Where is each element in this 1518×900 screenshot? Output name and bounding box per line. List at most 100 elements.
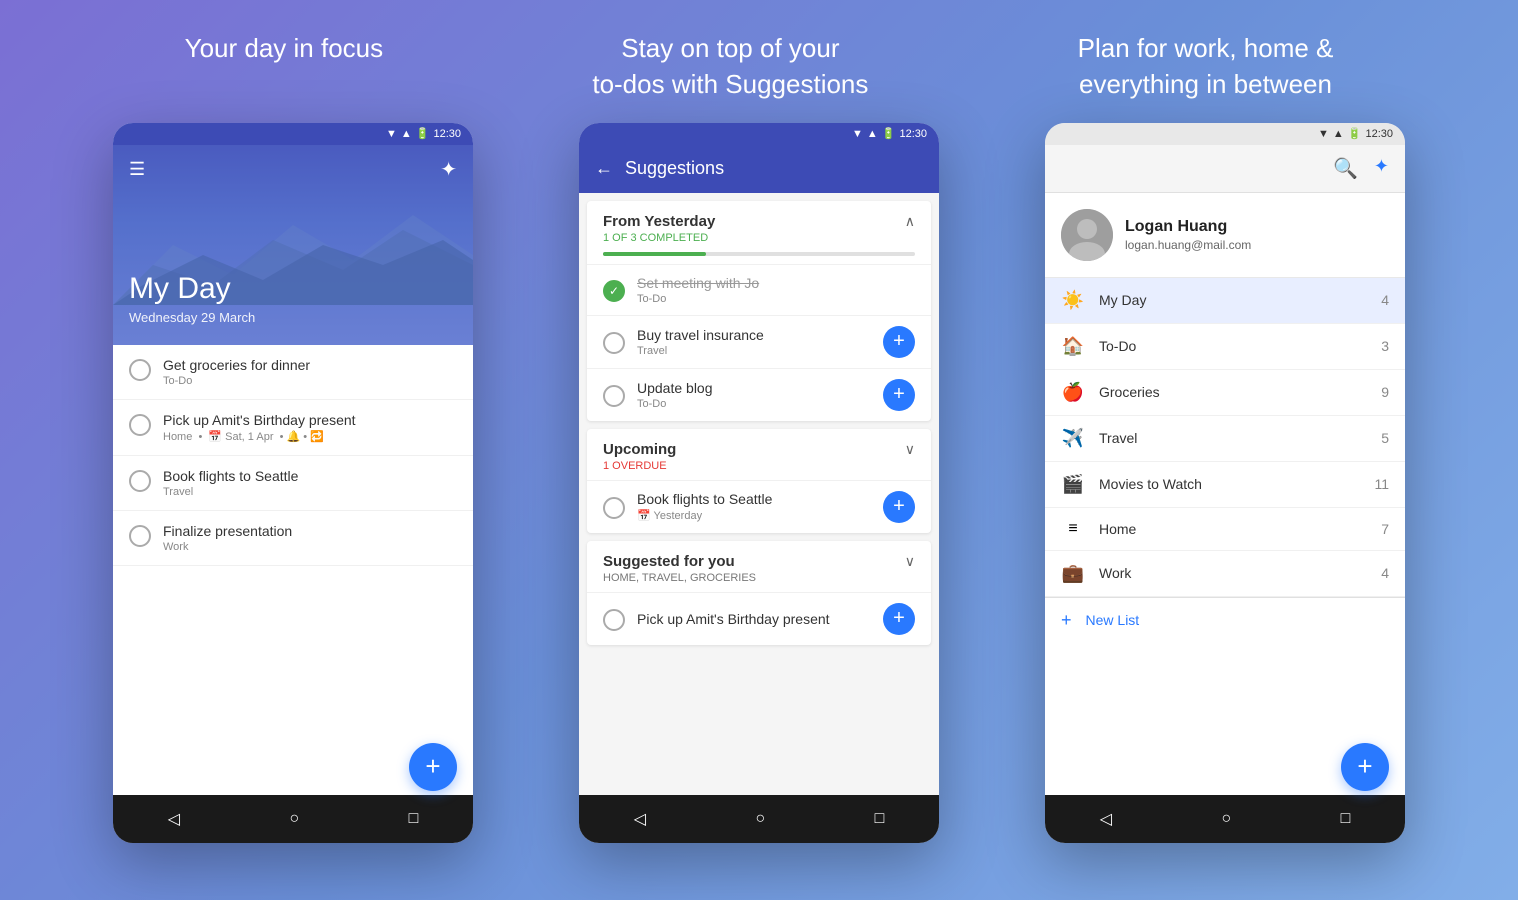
status-signal-icon: ▲ xyxy=(401,128,412,140)
back-arrow-icon[interactable]: ← xyxy=(595,158,613,179)
task-item-groceries[interactable]: Get groceries for dinner To-Do xyxy=(113,345,473,400)
list-item-groceries[interactable]: 🍎 Groceries 9 xyxy=(1045,370,1405,416)
brightness-icon3[interactable]: ✦ xyxy=(1374,156,1389,181)
phone3-topbar: 🔍 ✦ xyxy=(1045,145,1405,193)
flights-circle[interactable] xyxy=(603,497,625,519)
new-list-label: New List xyxy=(1086,612,1140,628)
phone2-status-bar: ▼ ▲ 🔋 12:30 xyxy=(579,123,939,145)
birthday2-add-btn[interactable]: + xyxy=(883,603,915,635)
flights-title: Book flights to Seattle xyxy=(637,491,871,507)
task-circle-flights[interactable] xyxy=(129,470,151,492)
list-item-travel[interactable]: ✈️ Travel 5 xyxy=(1045,416,1405,462)
suggested-header: Suggested for you HOME, TRAVEL, GROCERIE… xyxy=(587,541,931,592)
status-battery-icon3: 🔋 xyxy=(1348,127,1362,140)
list-item-todo[interactable]: 🏠 To-Do 3 xyxy=(1045,324,1405,370)
status-battery-icon: 🔋 xyxy=(416,127,430,140)
phone1-header: ☰ ✦ My Day Wednesday 29 March xyxy=(113,145,473,345)
todo-count: 3 xyxy=(1381,338,1389,354)
from-yesterday-subtitle: 1 OF 3 COMPLETED xyxy=(603,232,715,244)
home-count: 7 xyxy=(1381,521,1389,537)
status-wifi-icon: ▼ xyxy=(386,128,397,140)
from-yesterday-progress-fill xyxy=(603,252,706,256)
header-right: Plan for work, home &everything in betwe… xyxy=(1078,30,1334,103)
work-label: Work xyxy=(1099,565,1367,581)
upcoming-card: Upcoming 1 OVERDUE ∨ Book flights to Sea… xyxy=(587,429,931,533)
my-day-title: My Day xyxy=(129,272,457,306)
phone3: ▼ ▲ 🔋 12:30 🔍 ✦ xyxy=(1045,123,1405,843)
suggestion-item-blog[interactable]: Update blog To-Do + xyxy=(587,368,931,421)
phone1-title: My Day Wednesday 29 March xyxy=(129,272,457,325)
upcoming-subtitle: 1 OVERDUE xyxy=(603,460,676,472)
suggestion-item-flights-seattle[interactable]: Book flights to Seattle 📅 Yesterday + xyxy=(587,480,931,533)
list-item-work[interactable]: 💼 Work 4 xyxy=(1045,551,1405,597)
nav-home-icon3[interactable]: ○ xyxy=(1221,810,1231,828)
groceries-icon: 🍎 xyxy=(1061,382,1085,403)
header-center-text: Stay on top of yourto-dos with Suggestio… xyxy=(592,30,868,103)
list-item-movies[interactable]: 🎬 Movies to Watch 11 xyxy=(1045,462,1405,508)
task-circle-birthday[interactable] xyxy=(129,414,151,436)
task-subtitle-presentation: Work xyxy=(163,541,457,553)
phone3-fab[interactable]: + xyxy=(1341,743,1389,791)
blog-add-btn[interactable]: + xyxy=(883,379,915,411)
blog-title: Update blog xyxy=(637,380,871,396)
birthday2-circle[interactable] xyxy=(603,609,625,631)
upcoming-chevron[interactable]: ∨ xyxy=(905,441,915,458)
nav-home-icon2[interactable]: ○ xyxy=(755,810,765,828)
phone1-fab[interactable]: + xyxy=(409,743,457,791)
nav-back-icon2[interactable]: ◁ xyxy=(634,809,646,829)
meeting-circle[interactable]: ✓ xyxy=(603,280,625,302)
phone1: ▼ ▲ 🔋 12:30 ☰ ✦ My Day Wed xyxy=(113,123,473,843)
nav-recents-icon2[interactable]: □ xyxy=(875,810,885,828)
phone1-time: 12:30 xyxy=(433,128,461,140)
suggested-subtitle: HOME, TRAVEL, GROCERIES xyxy=(603,572,756,584)
task-content-birthday: Pick up Amit's Birthday present Home • 📅… xyxy=(163,412,457,443)
phone3-nav-bar: ◁ ○ □ xyxy=(1045,795,1405,843)
task-item-birthday[interactable]: Pick up Amit's Birthday present Home • 📅… xyxy=(113,400,473,456)
work-icon: 💼 xyxy=(1061,563,1085,584)
task-subtitle-flights: Travel xyxy=(163,486,457,498)
task-content-presentation: Finalize presentation Work xyxy=(163,523,457,553)
task-circle-presentation[interactable] xyxy=(129,525,151,547)
movies-label: Movies to Watch xyxy=(1099,476,1360,492)
insurance-circle[interactable] xyxy=(603,332,625,354)
nav-back-icon[interactable]: ◁ xyxy=(168,809,180,829)
task-title-birthday: Pick up Amit's Birthday present xyxy=(163,412,457,428)
insurance-content: Buy travel insurance Travel xyxy=(637,327,871,357)
list-item-home[interactable]: ≡ Home 7 xyxy=(1045,508,1405,551)
suggested-chevron[interactable]: ∨ xyxy=(905,553,915,570)
phone2: ▼ ▲ 🔋 12:30 ← Suggestions From Yesterday… xyxy=(579,123,939,843)
suggestion-item-birthday2[interactable]: Pick up Amit's Birthday present + xyxy=(587,592,931,645)
phone2-topbar: ← Suggestions xyxy=(579,145,939,193)
flights-add-btn[interactable]: + xyxy=(883,491,915,523)
phone2-time: 12:30 xyxy=(899,128,927,140)
from-yesterday-chevron[interactable]: ∧ xyxy=(905,213,915,230)
blog-circle[interactable] xyxy=(603,385,625,407)
search-icon[interactable]: 🔍 xyxy=(1333,156,1358,181)
header-left: Your day in focus xyxy=(185,30,384,103)
task-content-groceries: Get groceries for dinner To-Do xyxy=(163,357,457,387)
task-title-presentation: Finalize presentation xyxy=(163,523,457,539)
insurance-subtitle: Travel xyxy=(637,345,871,357)
task-item-presentation[interactable]: Finalize presentation Work xyxy=(113,511,473,566)
flights-subtitle: 📅 Yesterday xyxy=(637,509,871,522)
nav-home-icon[interactable]: ○ xyxy=(289,810,299,828)
task-circle-groceries[interactable] xyxy=(129,359,151,381)
new-list-button[interactable]: + New List xyxy=(1045,597,1405,643)
phone1-task-list: Get groceries for dinner To-Do Pick up A… xyxy=(113,345,473,795)
upcoming-title: Upcoming xyxy=(603,441,676,458)
suggestion-item-insurance[interactable]: Buy travel insurance Travel + xyxy=(587,315,931,368)
task-item-flights[interactable]: Book flights to Seattle Travel xyxy=(113,456,473,511)
insurance-add-btn[interactable]: + xyxy=(883,326,915,358)
meeting-content: Set meeting with Jo To-Do xyxy=(637,275,915,305)
blog-subtitle: To-Do xyxy=(637,398,871,410)
nav-recents-icon[interactable]: □ xyxy=(409,810,419,828)
status-wifi-icon2: ▼ xyxy=(852,128,863,140)
movies-count: 11 xyxy=(1374,476,1389,492)
my-day-label: My Day xyxy=(1099,292,1367,308)
nav-recents-icon3[interactable]: □ xyxy=(1341,810,1351,828)
travel-count: 5 xyxy=(1381,430,1389,446)
nav-back-icon3[interactable]: ◁ xyxy=(1100,809,1112,829)
groceries-count: 9 xyxy=(1381,384,1389,400)
suggestion-item-meeting[interactable]: ✓ Set meeting with Jo To-Do xyxy=(587,264,931,315)
list-item-my-day[interactable]: ☀️ My Day 4 xyxy=(1045,278,1405,324)
